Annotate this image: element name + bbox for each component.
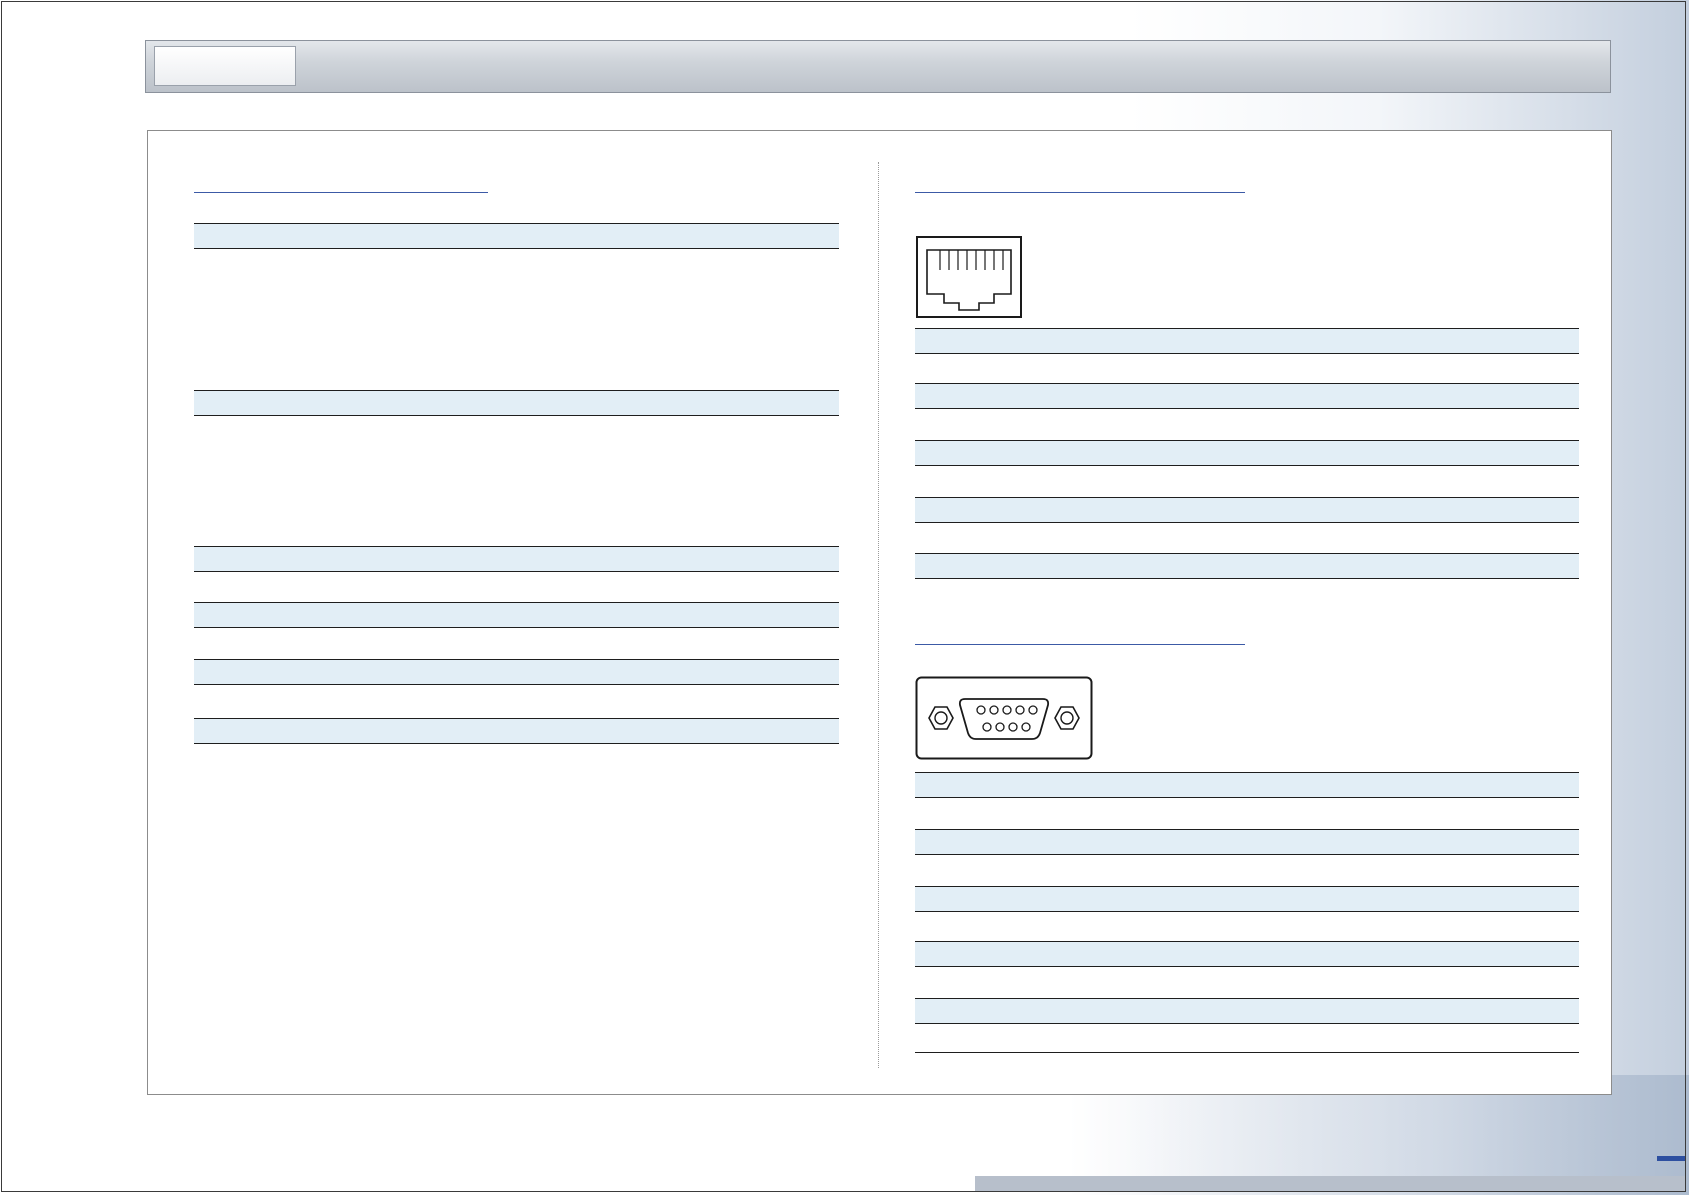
spec-row	[915, 383, 1579, 409]
spec-row	[194, 602, 839, 628]
spec-row	[915, 772, 1579, 798]
db9-serial-port-icon	[915, 676, 1093, 760]
header-bar	[145, 40, 1611, 93]
spec-row	[194, 718, 839, 744]
left-section-rule	[194, 192, 488, 193]
column-divider	[878, 162, 879, 1068]
rj45-port-icon	[916, 236, 1022, 318]
rj45-section-rule	[915, 192, 1245, 193]
spec-row	[915, 497, 1579, 523]
spec-row	[915, 553, 1579, 579]
spec-row	[915, 328, 1579, 354]
spec-row	[194, 546, 839, 572]
header-tab[interactable]	[154, 46, 296, 86]
spec-row	[194, 659, 839, 685]
table-bottom-rule	[915, 1052, 1579, 1053]
spec-row	[194, 390, 839, 416]
spec-row	[915, 829, 1579, 855]
spec-row	[915, 440, 1579, 466]
spec-row	[194, 223, 839, 249]
spec-row	[915, 941, 1579, 967]
spec-row	[915, 998, 1579, 1024]
spec-row	[915, 886, 1579, 912]
db9-section-rule	[915, 644, 1245, 645]
